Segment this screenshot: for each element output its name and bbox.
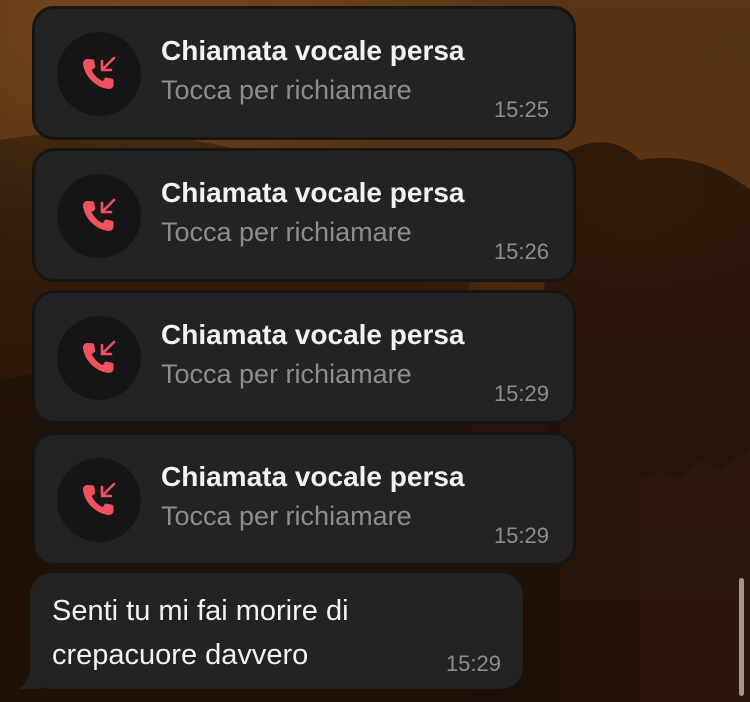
- missed-call-icon-badge: [57, 32, 141, 116]
- missed-call-icon-badge: [57, 458, 141, 542]
- missed-call-icon-badge: [57, 316, 141, 400]
- message-text: Senti tu mi fai morire di crepacuore dav…: [52, 595, 349, 671]
- call-back-hint: Tocca per richiamare: [161, 75, 412, 105]
- call-back-hint: Tocca per richiamare: [161, 217, 412, 247]
- scrollbar[interactable]: [739, 578, 744, 696]
- call-back-hint: Tocca per richiamare: [161, 359, 412, 389]
- message-time: 15:26: [493, 239, 549, 264]
- call-title: Chiamata vocale persa: [161, 319, 465, 350]
- missed-call-icon-badge: [57, 174, 141, 258]
- call-back-hint: Tocca per richiamare: [161, 501, 412, 531]
- message-time: 15:29: [493, 381, 549, 406]
- message-time: 15:29: [493, 523, 549, 548]
- message-time: 15:29: [445, 651, 501, 676]
- missed-call-bubble[interactable]: Chiamata vocale persa Tocca per richiama…: [32, 290, 576, 424]
- missed-call-bubble[interactable]: Chiamata vocale persa Tocca per richiama…: [32, 432, 576, 566]
- call-title: Chiamata vocale persa: [161, 177, 465, 208]
- incoming-message-bubble[interactable]: Senti tu mi fai morire di crepacuore dav…: [18, 573, 523, 689]
- bubble-tail: [18, 665, 42, 689]
- call-title: Chiamata vocale persa: [161, 35, 465, 66]
- missed-call-bubble[interactable]: Chiamata vocale persa Tocca per richiama…: [32, 148, 576, 282]
- missed-call-icon: [83, 340, 116, 373]
- call-title: Chiamata vocale persa: [161, 461, 465, 492]
- missed-call-icon: [83, 198, 116, 231]
- missed-call-icon: [83, 482, 116, 515]
- message-time: 15:25: [493, 97, 549, 122]
- missed-call-icon: [83, 56, 116, 89]
- missed-call-bubble[interactable]: Chiamata vocale persa Tocca per richiama…: [32, 6, 576, 140]
